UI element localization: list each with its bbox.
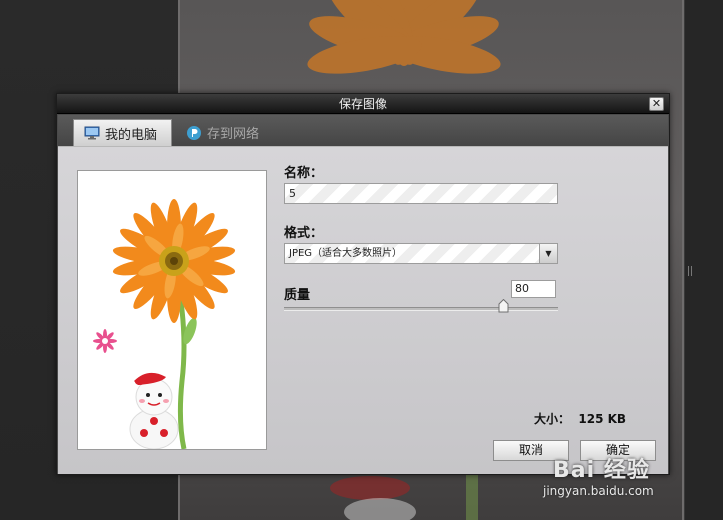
file-size-label: 大小： [534,412,571,426]
watermark-url: jingyan.baidu.com [543,484,654,498]
close-button[interactable]: ✕ [649,97,664,111]
tab-bar: 我的电脑 存到网络 [58,115,668,146]
watermark-brand: Bai 经验 [553,458,650,483]
file-size-value: 125 KB [578,412,627,426]
image-preview [77,170,267,450]
quality-label: 质量 [284,288,311,303]
format-select-value: JPEG（适合大多数照片） [289,248,403,259]
tab-save-to-network-label: 存到网络 [207,127,260,142]
tab-my-computer-label: 我的电脑 [105,127,158,143]
quality-input[interactable]: 80 [511,280,556,298]
file-size: 大小： 125 KB [534,410,654,427]
dialog-content: 名称： 5 格式： JPEG（适合大多数照片） ▼ 质量 80 大小： 125 … [58,146,668,474]
quality-slider-thumb[interactable] [498,298,509,313]
right-panel [684,0,723,520]
format-select[interactable]: JPEG（适合大多数照片） ▼ [284,243,558,264]
dialog-titlebar[interactable]: 保存图像 ✕ [57,94,669,114]
name-input[interactable]: 5 [284,183,558,204]
name-label: 名称： [284,166,324,181]
panel-resize-grip[interactable] [688,266,692,276]
quality-slider-track[interactable] [284,307,558,311]
monitor-icon [84,126,100,140]
format-label: 格式： [284,226,324,241]
cloud-icon [186,125,202,141]
save-image-dialog: 保存图像 ✕ 我的电脑 存到网络 名称： 5 格式： JPEG（适合大多数照片）… [56,93,670,475]
tab-my-computer[interactable]: 我的电脑 [73,119,172,146]
tab-save-to-network[interactable]: 存到网络 [176,119,276,146]
chevron-down-icon[interactable]: ▼ [539,244,557,263]
dialog-title: 保存图像 [338,97,387,111]
baidu-jingyan-watermark: Bai 经验 jingyan.baidu.com [543,452,703,504]
